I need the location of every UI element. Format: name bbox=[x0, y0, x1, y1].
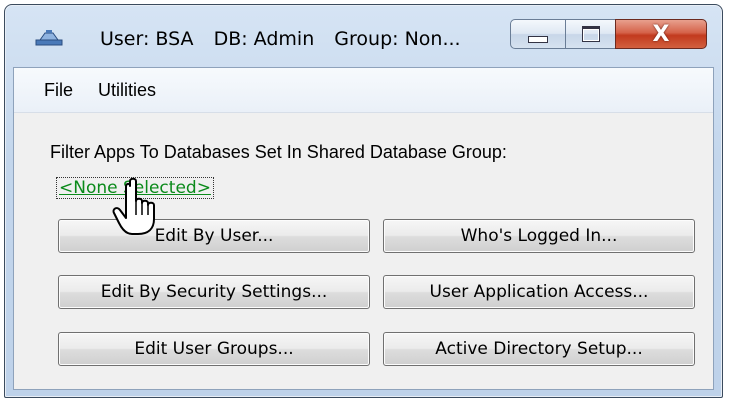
menu-bar: File Utilities bbox=[14, 68, 713, 113]
minimize-icon bbox=[528, 35, 548, 43]
maximize-button[interactable] bbox=[565, 19, 616, 49]
close-icon: X bbox=[652, 21, 670, 47]
app-window: User: BSA DB: Admin Group: Non... X File… bbox=[4, 4, 723, 398]
minimize-button[interactable] bbox=[510, 19, 566, 49]
close-button[interactable]: X bbox=[615, 19, 707, 49]
edit-by-user-button[interactable]: Edit By User... bbox=[58, 219, 370, 253]
filter-label: Filter Apps To Databases Set In Shared D… bbox=[50, 142, 507, 162]
title-bar[interactable]: User: BSA DB: Admin Group: Non... X bbox=[5, 5, 722, 67]
client-area: File Utilities Filter Apps To Databases … bbox=[13, 67, 714, 390]
edit-by-security-settings-button[interactable]: Edit By Security Settings... bbox=[58, 275, 370, 309]
title-db: DB: Admin bbox=[213, 28, 315, 50]
user-application-access-button[interactable]: User Application Access... bbox=[383, 275, 695, 309]
window-title: User: BSA DB: Admin Group: Non... bbox=[100, 28, 475, 50]
title-group: Group: Non... bbox=[334, 28, 461, 50]
active-directory-setup-button[interactable]: Active Directory Setup... bbox=[383, 332, 695, 366]
database-group-link[interactable]: <None Selected> bbox=[56, 177, 214, 199]
title-user: User: BSA bbox=[100, 28, 194, 50]
menu-utilities[interactable]: Utilities bbox=[98, 80, 156, 101]
app-icon bbox=[35, 30, 63, 46]
maximize-icon bbox=[581, 26, 600, 42]
menu-file[interactable]: File bbox=[44, 80, 73, 101]
whos-logged-in-button[interactable]: Who's Logged In... bbox=[383, 219, 695, 253]
edit-user-groups-button[interactable]: Edit User Groups... bbox=[58, 332, 370, 366]
